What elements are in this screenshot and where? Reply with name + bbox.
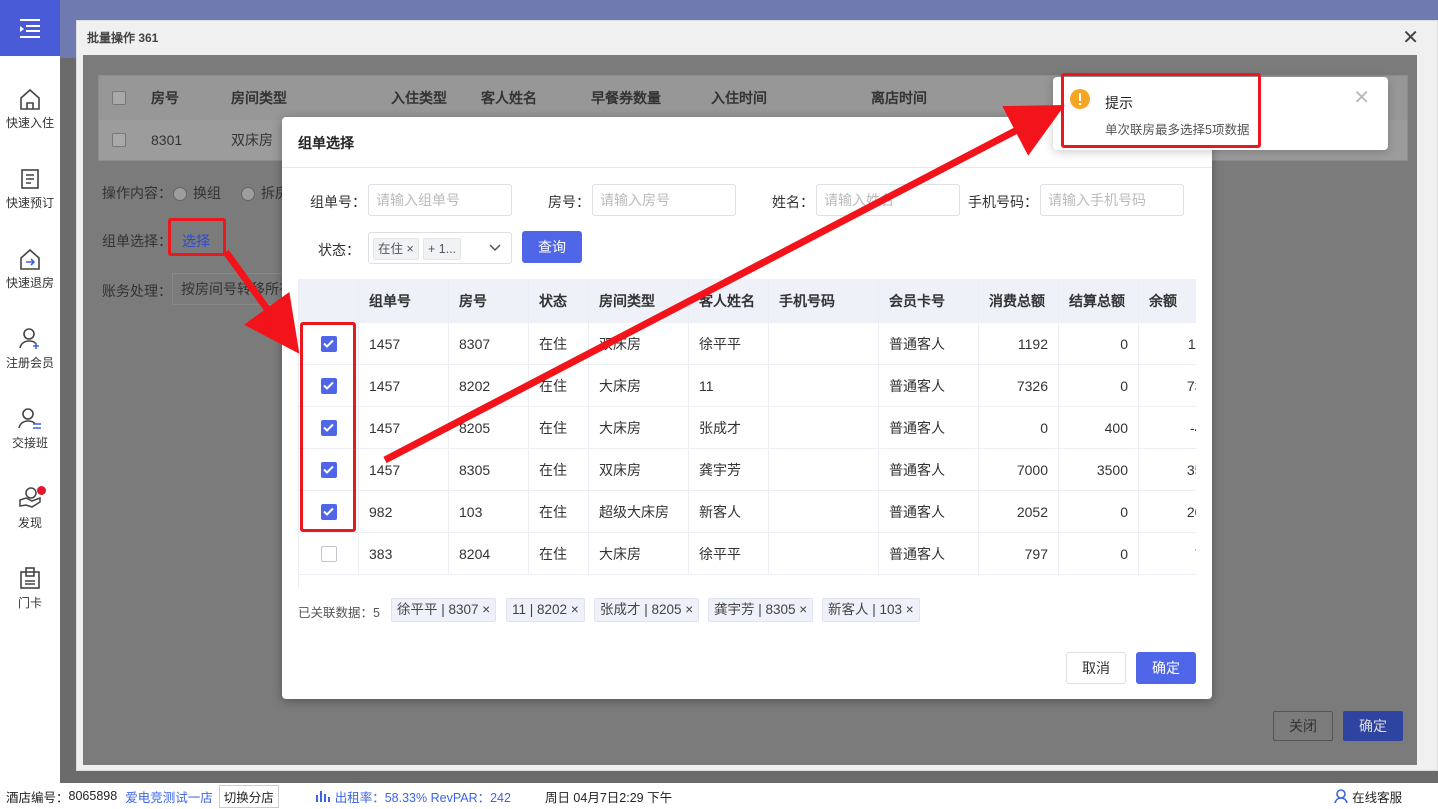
occupancy-stats: 出租率：58.33% RevPAR：242: [334, 790, 511, 805]
datetime: 周日 04月7日2:29 下午: [544, 790, 673, 805]
online-support-link[interactable]: 在线客服: [1352, 787, 1402, 806]
support-icon: [1334, 789, 1348, 804]
chart-icon: [315, 791, 330, 802]
hotel-number: 8065898: [68, 789, 118, 803]
hotel-name[interactable]: 爱电竞测试一店: [125, 787, 213, 806]
switch-branch-button[interactable]: 切换分店: [218, 784, 279, 808]
status-bar: 酒店编号： 8065898 爱电竞测试一店 切换分店 出租率：58.33% Re…: [0, 783, 1438, 809]
annotation-arrows: [223, 105, 1065, 464]
hotel-number-label: 酒店编号：: [6, 790, 69, 805]
